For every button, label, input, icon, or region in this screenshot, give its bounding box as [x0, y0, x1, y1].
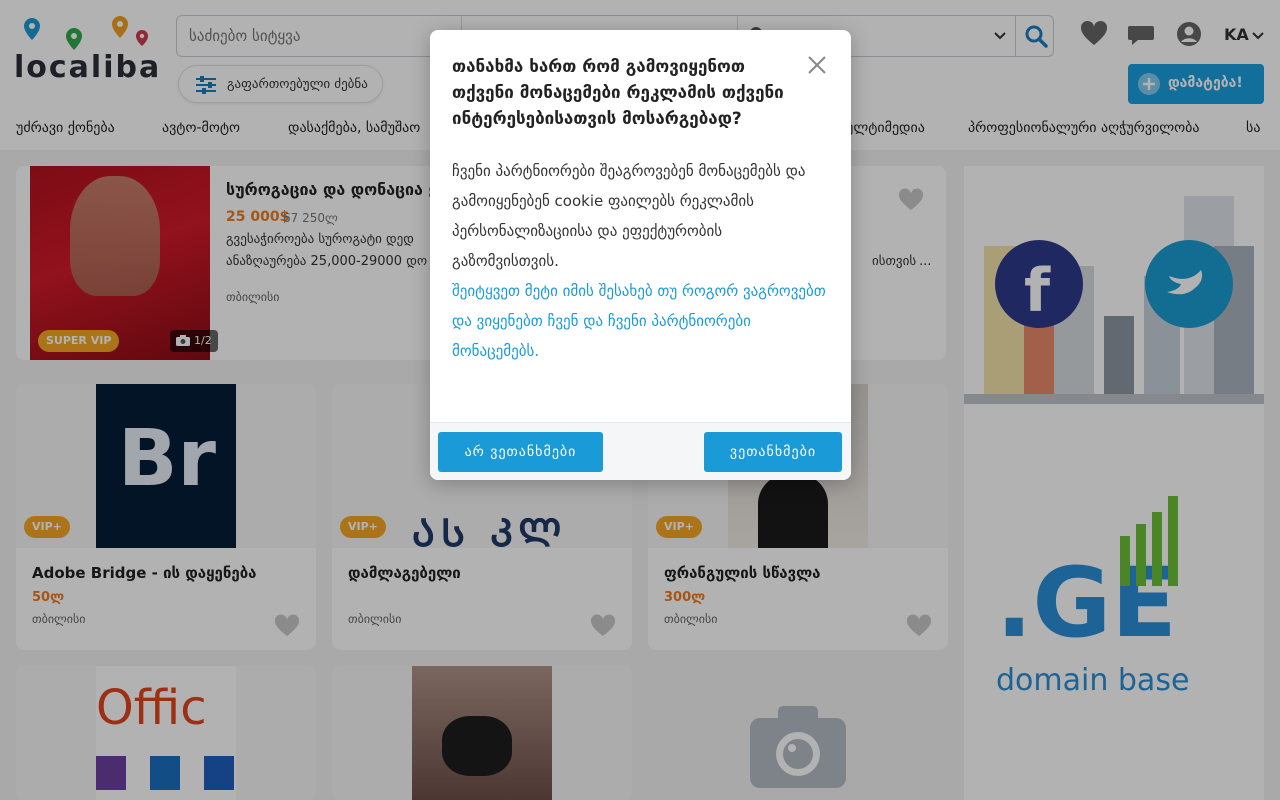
consent-title: თანახმა ხართ რომ გამოვიყენოთ თქვენი მონა… — [452, 57, 784, 129]
accept-button[interactable]: ვეთანხმები — [704, 432, 842, 472]
consent-text: ჩვენი პარტნიორები შეაგროვებენ მონაცემებს… — [452, 162, 806, 270]
consent-footer: არ ვეთანხმები ვეთანხმები — [430, 422, 851, 480]
reject-button[interactable]: არ ვეთანხმები — [438, 432, 603, 472]
close-icon[interactable] — [806, 54, 828, 76]
consent-learn-more-link[interactable]: შეიტყვეთ მეტი იმის შესახებ თუ როგორ ვაგრ… — [452, 276, 832, 366]
cookie-consent-dialog: თანახმა ხართ რომ გამოვიყენოთ თქვენი მონა… — [430, 30, 851, 480]
consent-body: ჩვენი პარტნიორები შეაგროვებენ მონაცემებს… — [452, 156, 832, 366]
